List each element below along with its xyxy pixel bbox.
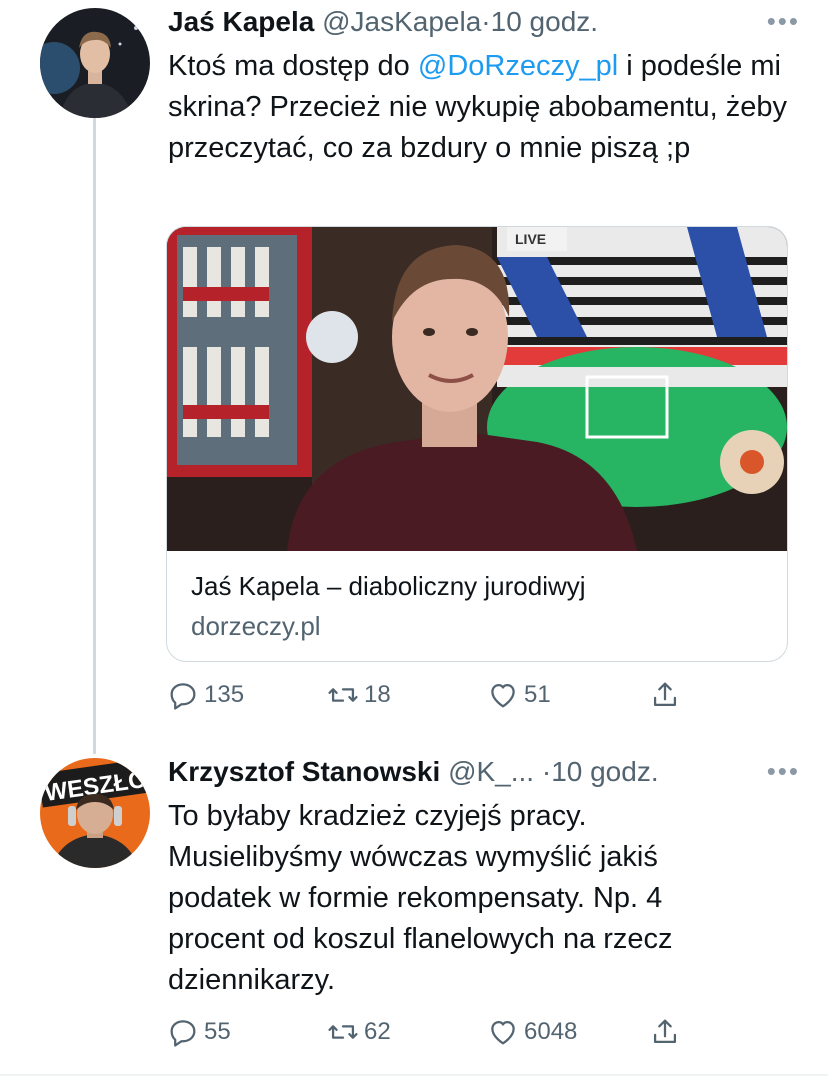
thread-connector-line bbox=[93, 118, 96, 754]
meta-separator: · bbox=[481, 6, 491, 37]
tweet2-header: Krzysztof Stanowski @K_... ·10 godz. bbox=[168, 756, 659, 788]
card-sign-text: LIVE bbox=[515, 231, 546, 247]
timestamp[interactable]: 10 godz. bbox=[551, 756, 658, 787]
like-count: 6048 bbox=[524, 1018, 578, 1045]
retweet-button[interactable]: 18 bbox=[326, 678, 391, 712]
reply-count: 55 bbox=[204, 1018, 231, 1045]
reply-icon bbox=[170, 683, 196, 710]
share-button[interactable] bbox=[648, 1015, 686, 1049]
link-preview-card[interactable]: LIVE Jaś Kapela – diaboliczny jurodiwyj … bbox=[166, 226, 788, 662]
retweet-icon bbox=[328, 688, 358, 702]
avatar-jas-kapela[interactable] bbox=[40, 8, 150, 118]
mention-link[interactable]: @DoRzeczy_pl bbox=[418, 50, 618, 82]
retweet-button[interactable]: 62 bbox=[326, 1015, 391, 1049]
author-name[interactable]: Jaś Kapela bbox=[168, 6, 314, 37]
card-domain[interactable]: dorzeczy.pl bbox=[191, 611, 321, 642]
like-button[interactable]: 6048 bbox=[486, 1015, 577, 1049]
card-image: LIVE bbox=[167, 227, 787, 551]
retweet-count: 18 bbox=[364, 681, 391, 708]
meta-separator: · bbox=[541, 756, 552, 787]
reply-button[interactable]: 135 bbox=[166, 678, 244, 712]
tweet1-actions: 135 18 51 bbox=[166, 678, 726, 718]
like-count: 51 bbox=[524, 681, 551, 708]
card-title[interactable]: Jaś Kapela – diaboliczny jurodiwyj bbox=[191, 571, 586, 602]
reply-count: 135 bbox=[204, 681, 245, 708]
share-icon bbox=[653, 1019, 677, 1044]
tweet1-header: Jaś Kapela @JasKapela·10 godz. bbox=[168, 6, 598, 38]
author-handle[interactable]: @K_... bbox=[448, 756, 534, 787]
retweet-icon bbox=[328, 1025, 358, 1039]
like-icon bbox=[491, 683, 515, 708]
tweet2-actions: 55 62 6048 bbox=[166, 1015, 726, 1055]
tweet-text-part: Ktoś ma dostęp do bbox=[168, 50, 418, 82]
tweet2-text: To byłaby kradzież czyjejś pracy. Musiel… bbox=[168, 800, 673, 996]
share-button[interactable] bbox=[648, 678, 686, 712]
tweet1-text: Ktoś ma dostęp do @DoRzeczy_pl i podeśle… bbox=[168, 46, 788, 169]
more-icon[interactable]: ••• bbox=[767, 756, 800, 787]
author-name[interactable]: Krzysztof Stanowski bbox=[168, 756, 440, 787]
timestamp[interactable]: 10 godz. bbox=[491, 6, 598, 37]
reply-button[interactable]: 55 bbox=[166, 1015, 231, 1049]
share-icon bbox=[653, 682, 677, 707]
like-button[interactable]: 51 bbox=[486, 678, 551, 712]
retweet-count: 62 bbox=[364, 1018, 391, 1045]
reply-icon bbox=[170, 1020, 196, 1047]
more-icon[interactable]: ••• bbox=[767, 6, 800, 37]
like-icon bbox=[491, 1020, 515, 1045]
avatar-krzysztof-stanowski[interactable]: WESZŁO bbox=[40, 758, 150, 868]
author-handle[interactable]: @JasKapela bbox=[322, 6, 481, 37]
